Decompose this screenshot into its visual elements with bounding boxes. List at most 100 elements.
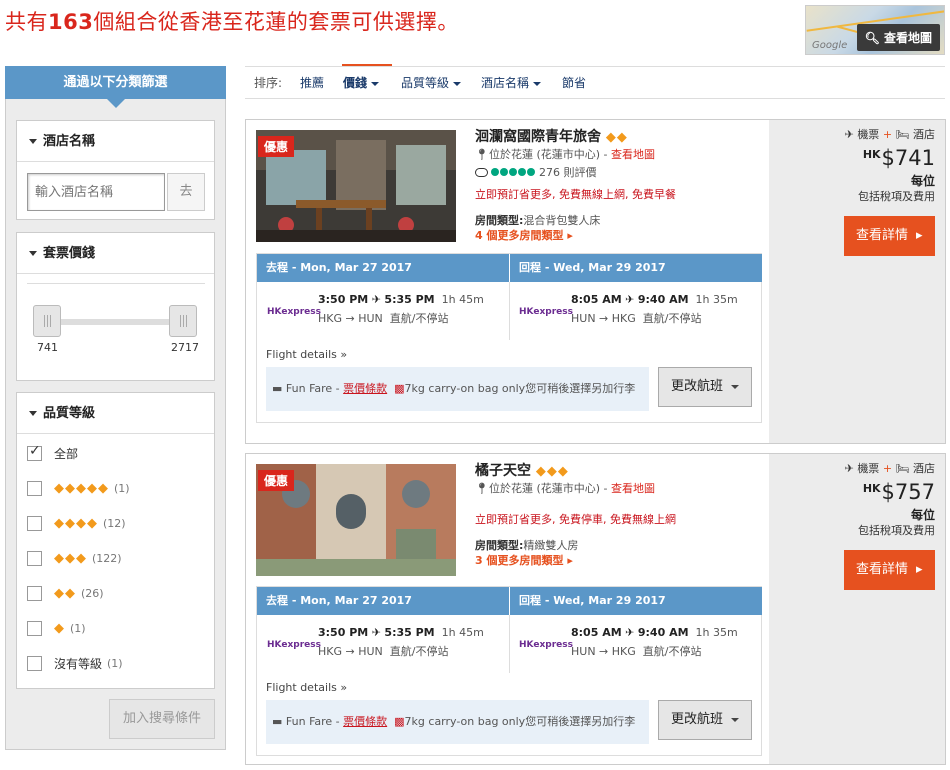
change-flight-button[interactable]: 更改航班 <box>658 700 752 740</box>
change-flight-button[interactable]: 更改航班 <box>658 367 752 407</box>
package-price: HK$757 <box>862 480 935 504</box>
star-option-5[interactable]: ◆◆◆◆◆ (1) <box>27 478 130 498</box>
hk-express-logo: HKexpress <box>519 640 573 650</box>
star-option-1[interactable]: ◆ (1) <box>27 618 86 638</box>
dropdown-arrow-icon <box>453 81 462 86</box>
view-details-button[interactable]: 查看詳情 <box>844 550 935 590</box>
bed-icon: 🛏︎ <box>895 128 910 141</box>
sort-star-rating[interactable]: 品質等級 <box>401 74 462 91</box>
outbound-times: 3:50 PM ✈ 5:35 PM 1h 45m <box>318 626 484 639</box>
plane-icon: ✈ <box>371 293 381 306</box>
checkbox[interactable] <box>27 585 42 601</box>
hotel-name[interactable]: 橘子天空 ◆◆◆ <box>475 460 569 480</box>
price-slider-max-handle[interactable] <box>169 305 197 337</box>
hotel-name-filter: 酒店名稱 去 <box>16 120 215 220</box>
filter-sidebar: 通過以下分類篩選 酒店名稱 去 套票價錢 741 2717 品質等級 全部 ◆◆… <box>5 66 226 750</box>
outbound-header: 去程 - Mon, Mar 27 2017 <box>257 254 509 282</box>
checkbox[interactable] <box>27 443 42 461</box>
seat-icon: ▬ <box>272 382 283 395</box>
diamond-rating-icon: ◆◆ <box>54 585 76 601</box>
plane-icon: ✈ <box>625 293 635 306</box>
room-type: 房間類型:混合背包雙人床 <box>475 214 601 227</box>
tripadvisor-owl-icon <box>475 167 488 177</box>
fare-terms-link[interactable]: 票價條款 <box>343 715 387 728</box>
flight-details-toggle[interactable]: Flight details » <box>266 348 347 361</box>
price-max-value: 2717 <box>171 341 199 354</box>
price-panel: ✈ 機票 + 🛏︎ 酒店 HK$757 每位 包括稅項及費用 查看詳情 <box>769 454 945 764</box>
inbound-route: HUN → HKG 直航/不停站 <box>571 312 702 325</box>
view-map-link[interactable]: 查看地圖 <box>611 148 655 161</box>
bed-icon: 🛏︎ <box>895 462 910 475</box>
hotel-name-input[interactable] <box>27 173 165 211</box>
fare-terms-link[interactable]: 票價條款 <box>343 382 387 395</box>
google-logo: Google <box>812 40 848 51</box>
checkbox[interactable] <box>27 515 42 531</box>
price-slider-min-handle[interactable] <box>33 305 61 337</box>
inbound-route: HUN → HKG 直航/不停站 <box>571 645 702 658</box>
star-option-2[interactable]: ◆◆ (26) <box>27 583 104 603</box>
view-map-link[interactable]: 查看地圖 <box>611 482 655 495</box>
hotel-photo[interactable]: 優惠 <box>256 464 456 576</box>
hotel-location: 📍︎位於花蓮 (花蓮市中心) - 查看地圖 <box>475 148 656 161</box>
map-pin-icon: 📍︎ <box>475 148 489 161</box>
checkbox[interactable] <box>27 550 42 566</box>
room-type: 房間類型:精緻雙人房 <box>475 539 579 552</box>
diamond-rating-icon: ◆◆◆ <box>54 550 87 566</box>
dropdown-arrow-icon <box>371 81 380 86</box>
hotel-perks: 立即預訂省更多, 免費停車, 免費無線上網 <box>475 513 676 526</box>
caret-down-icon <box>29 139 37 144</box>
hotel-photo[interactable]: 優惠 <box>256 130 456 242</box>
package-type: ✈ 機票 + 🛏︎ 酒店 <box>844 462 935 475</box>
star-option-4[interactable]: ◆◆◆◆ (12) <box>27 513 126 533</box>
tripadvisor-rating[interactable]: 276 則評價 <box>475 164 597 180</box>
view-details-button[interactable]: 查看詳情 <box>844 216 935 256</box>
sort-label: 排序: <box>254 76 283 90</box>
more-room-types-link[interactable]: 3 個更多房間類型 ▸ <box>475 552 573 568</box>
sort-recommended[interactable]: 推薦 <box>300 74 324 91</box>
hotel-location: 📍︎位於花蓮 (花蓮市中心) - 查看地圖 <box>475 482 656 495</box>
sort-price[interactable]: 價錢 <box>343 74 380 91</box>
diamond-rating-icon: ◆◆◆◆ <box>54 515 98 531</box>
no-luggage-icon: ▩ <box>394 382 405 395</box>
outbound-route: HKG → HUN 直航/不停站 <box>318 312 449 325</box>
deal-badge: 優惠 <box>258 136 295 157</box>
result-count: 163 <box>48 10 94 34</box>
diamond-rating-icon: ◆ <box>54 620 65 636</box>
plane-icon: ✈ <box>844 462 854 475</box>
more-room-types-link[interactable]: 4 個更多房間類型 ▸ <box>475 227 573 243</box>
add-search-criteria-button[interactable]: 加入搜尋條件 <box>109 699 215 739</box>
sort-bar: 排序: 推薦 價錢 品質等級 酒店名稱 節省 <box>245 66 945 99</box>
star-option-3[interactable]: ◆◆◆ (122) <box>27 548 122 568</box>
hotel-name[interactable]: 洄瀾窩國際青年旅舍 ◆◆ <box>475 126 628 146</box>
headline-prefix: 共有 <box>5 10 48 34</box>
inbound-header: 回程 - Wed, Mar 29 2017 <box>510 587 762 615</box>
checkbox[interactable] <box>27 480 42 496</box>
hk-express-logo: HKexpress <box>267 640 321 650</box>
magnifier-icon: 🔍︎ <box>864 31 880 45</box>
dropdown-arrow-icon <box>731 717 740 722</box>
divider <box>27 283 205 284</box>
star-option-all[interactable]: 全部 <box>27 443 78 463</box>
sort-hotel-name[interactable]: 酒店名稱 <box>481 74 542 91</box>
view-map-button[interactable]: Google 🔍︎ 查看地圖 <box>805 5 945 55</box>
flight-summary: 去程 - Mon, Mar 27 2017 回程 - Wed, Mar 29 2… <box>256 253 762 423</box>
hotel-search-go-button[interactable]: 去 <box>167 173 205 211</box>
price-filter: 套票價錢 741 2717 <box>16 232 215 381</box>
checkbox[interactable] <box>27 620 42 636</box>
sort-savings[interactable]: 節省 <box>562 74 586 91</box>
review-count: 276 則評價 <box>539 166 597 179</box>
star-option-unrated[interactable]: 沒有等級 (1) <box>27 653 123 673</box>
plane-icon: ✈ <box>371 626 381 639</box>
package-price: HK$741 <box>862 146 935 170</box>
package-card: ✈ 機票 + 🛏︎ 酒店 HK$757 每位 包括稅項及費用 查看詳情 優惠 橘… <box>245 453 946 765</box>
double-chevron-down-icon: » <box>340 348 348 361</box>
hotel-perks: 立即預訂省更多, 免費無線上網, 免費早餐 <box>475 188 676 201</box>
flight-details-toggle[interactable]: Flight details » <box>266 681 347 694</box>
view-map-label: 查看地圖 <box>883 31 932 45</box>
map-pin-icon: 📍︎ <box>475 482 489 495</box>
checkbox[interactable] <box>27 655 42 671</box>
diamond-rating-icon: ◆◆◆◆◆ <box>54 480 109 496</box>
double-chevron-down-icon: » <box>340 681 348 694</box>
price-slider-track[interactable] <box>47 319 187 325</box>
filter-sidebar-title: 通過以下分類篩選 <box>5 66 226 108</box>
